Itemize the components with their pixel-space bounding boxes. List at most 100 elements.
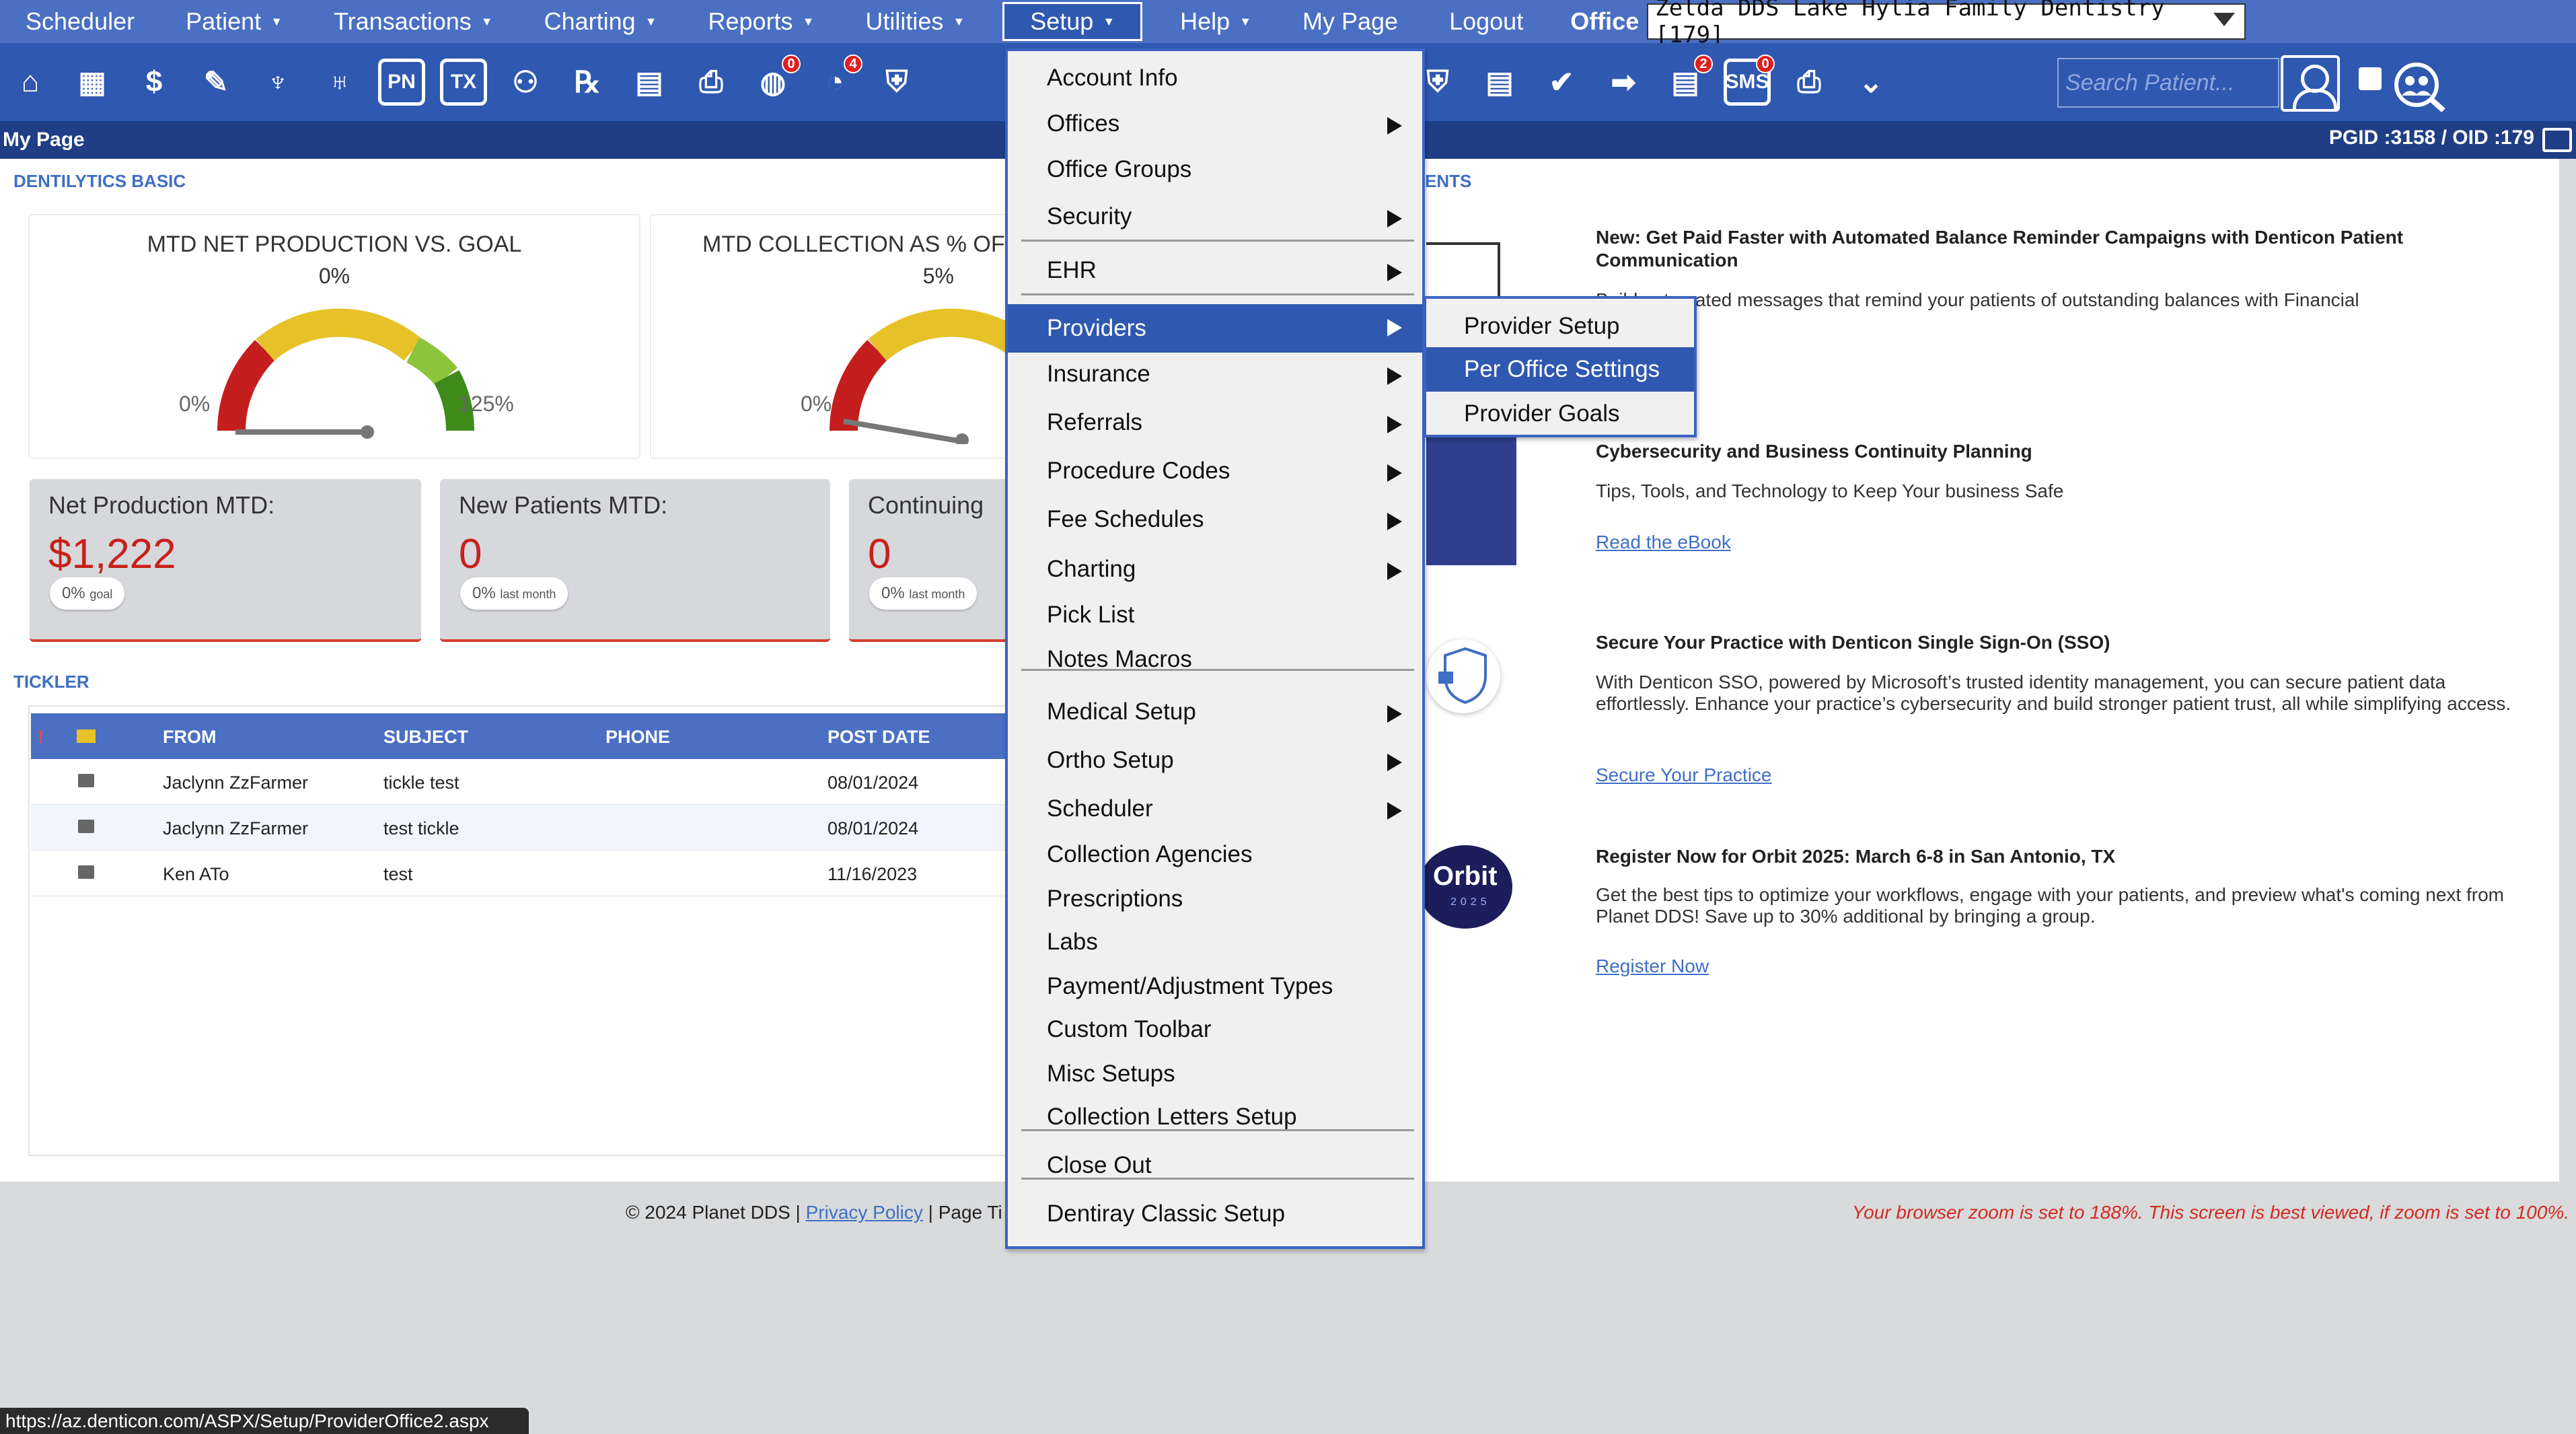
submenu-arrow-icon	[1387, 563, 1402, 580]
nav-patient[interactable]: Patient ▼	[160, 0, 308, 43]
submenu-arrow-icon	[1387, 416, 1402, 433]
secure-practice-link[interactable]: Secure Your Practice	[1596, 764, 1772, 786]
shield-check-icon[interactable]: ✔	[1534, 55, 1589, 110]
menu-item-notes-macros[interactable]: Notes Macros	[1008, 638, 1422, 681]
document-icon[interactable]: ▤	[622, 55, 677, 110]
print-icon[interactable]	[2542, 128, 2572, 152]
nav-logout[interactable]: Logout	[1424, 0, 1549, 43]
insurance-dollar-icon[interactable]: ⛨	[869, 55, 924, 110]
search-patient-input[interactable]: Search Patient...	[2057, 58, 2279, 108]
register-now-link[interactable]: Register Now	[1596, 956, 1709, 977]
dollar-icon[interactable]: $	[126, 55, 182, 110]
report-list-icon[interactable]: ▤	[1472, 55, 1527, 110]
edit-notes-icon[interactable]: ✎	[188, 55, 244, 110]
orbit-logo-text: Orbit	[1433, 861, 1498, 891]
stat-label: New Patients MTD:	[459, 491, 668, 519]
menu-item-account-info[interactable]: Account Info	[1008, 57, 1422, 100]
scan-icon[interactable]: ⎙	[684, 55, 739, 110]
menu-item-ortho-setup[interactable]: Ortho Setup	[1008, 739, 1422, 782]
calendar-icon[interactable]: ▦	[65, 55, 120, 110]
zoom-warning: Your browser zoom is set to 188%. This s…	[1851, 1202, 2569, 1223]
privacy-policy-link[interactable]: Privacy Policy	[806, 1202, 923, 1223]
home-icon[interactable]: ⌂	[3, 55, 58, 110]
gauge-card-net-production: MTD NET PRODUCTION VS. GOAL 0% 0% 125%	[28, 214, 640, 459]
col-from[interactable]: FROM	[163, 727, 216, 748]
menu-item-pick-list[interactable]: Pick List	[1008, 594, 1422, 637]
menu-item-medical-setup[interactable]: Medical Setup	[1008, 690, 1422, 733]
toolbar-checkbox[interactable]	[2359, 67, 2382, 90]
menu-item-payment-adjustment-types[interactable]: Payment/Adjustment Types	[1008, 965, 1422, 1008]
printer-icon[interactable]: ⎙	[1781, 55, 1837, 110]
menu-item-labs[interactable]: Labs	[1008, 921, 1422, 964]
stat-label: Continuing	[868, 491, 984, 519]
patient-search-user-icon[interactable]	[2281, 55, 2340, 112]
caret-down-icon: ▼	[802, 14, 815, 28]
table-row[interactable]: Ken ATo test 11/16/2023	[31, 851, 1009, 896]
submenu-item-per-office-settings[interactable]: Per Office Settings	[1426, 347, 1694, 392]
menu-item-security[interactable]: Security	[1008, 195, 1422, 238]
nav-label: Help	[1180, 7, 1230, 35]
sms-icon[interactable]: SMS 0	[1720, 55, 1775, 110]
submenu-arrow-icon	[1387, 802, 1402, 820]
tasks-icon-glyph: ▤	[1671, 65, 1699, 99]
menu-item-offices[interactable]: Offices	[1008, 102, 1422, 145]
forward-shield-icon[interactable]: ➡	[1596, 55, 1651, 110]
nav-transactions[interactable]: Transactions ▼	[308, 0, 519, 43]
menu-item-providers[interactable]: Providers	[1008, 304, 1422, 353]
table-row[interactable]: Jaclynn ZzFarmer tickle test 08/01/2024	[31, 759, 1009, 805]
menu-item-custom-toolbar[interactable]: Custom Toolbar	[1008, 1008, 1422, 1051]
collapse-icon[interactable]: ⌄	[1843, 55, 1899, 110]
menu-item-scheduler[interactable]: Scheduler	[1008, 787, 1422, 830]
nav-my-page[interactable]: My Page	[1277, 0, 1424, 43]
menu-item-close-out[interactable]: Close Out	[1008, 1144, 1422, 1187]
table-row[interactable]: Jaclynn ZzFarmer test tickle 08/01/2024	[31, 805, 1009, 851]
submenu-arrow-icon	[1387, 117, 1402, 135]
nav-charting[interactable]: Charting ▼	[519, 0, 683, 43]
nav-setup[interactable]: Setup ▼	[1002, 2, 1143, 41]
implant-icon[interactable]: ♅	[312, 55, 367, 110]
stat-pill: 0% goal	[50, 577, 125, 610]
recall-icon[interactable]: ◔ 4	[807, 55, 862, 110]
office-select[interactable]: Zelda DDS Lake Hylia Family Dentistry [1…	[1647, 0, 2246, 48]
gauge-title: MTD COLLECTION AS % OF	[702, 231, 1005, 257]
menu-item-procedure-codes[interactable]: Procedure Codes	[1008, 450, 1422, 493]
nav-label: Transactions	[334, 7, 472, 35]
submenu-arrow-icon	[1387, 464, 1402, 482]
group-search-icon[interactable]	[2390, 58, 2448, 112]
menu-item-fee-schedules[interactable]: Fee Schedules	[1008, 498, 1422, 541]
menu-item-dentiray-classic-setup[interactable]: Dentiray Classic Setup	[1008, 1192, 1422, 1235]
menu-separator	[1021, 669, 1414, 671]
nav-help[interactable]: Help ▼	[1154, 0, 1277, 43]
menu-item-referrals[interactable]: Referrals	[1008, 401, 1422, 444]
tasks-icon[interactable]: ▤ 2	[1658, 55, 1713, 110]
prescription-icon[interactable]: ℞	[560, 55, 615, 110]
menu-item-office-groups[interactable]: Office Groups	[1008, 148, 1422, 191]
nav-reports[interactable]: Reports ▼	[683, 0, 840, 43]
menu-item-collection-agencies[interactable]: Collection Agencies	[1008, 833, 1422, 876]
prescription-icon-glyph: ℞	[574, 65, 601, 99]
menu-item-collection-letters-setup[interactable]: Collection Letters Setup	[1008, 1096, 1422, 1139]
menu-item-ehr[interactable]: EHR	[1008, 249, 1422, 292]
menu-item-label: Collection Agencies	[1047, 841, 1253, 867]
menu-item-insurance[interactable]: Insurance	[1008, 353, 1422, 396]
submenu-item-provider-setup[interactable]: Provider Setup	[1426, 304, 1694, 349]
globe-user-icon[interactable]: ◍ 0	[745, 55, 801, 110]
col-phone[interactable]: PHONE	[605, 727, 670, 748]
submenu-item-provider-goals[interactable]: Provider Goals	[1426, 392, 1694, 436]
menu-item-misc-setups[interactable]: Misc Setups	[1008, 1052, 1422, 1096]
menu-item-charting[interactable]: Charting	[1008, 548, 1422, 591]
menu-item-prescriptions[interactable]: Prescriptions	[1008, 877, 1422, 921]
read-ebook-link[interactable]: Read the eBook	[1596, 532, 1731, 553]
nav-utilities[interactable]: Utilities ▼	[840, 0, 990, 43]
nav-scheduler[interactable]: Scheduler	[0, 0, 160, 43]
progress-notes-icon[interactable]: PN	[374, 55, 429, 110]
add-patient-icon[interactable]: ⚇	[498, 55, 553, 110]
menu-item-label: Security	[1047, 203, 1132, 229]
news-title: Secure Your Practice with Denticon Singl…	[1596, 632, 2110, 653]
announcements-title: ENTS	[1425, 171, 1472, 191]
col-post-date[interactable]: POST DATE	[827, 727, 930, 748]
col-subject[interactable]: SUBJECT	[383, 727, 468, 748]
treatment-icon[interactable]: TX	[436, 55, 491, 110]
tooth-icon[interactable]: ♆	[250, 55, 305, 110]
submenu-arrow-icon	[1387, 754, 1402, 771]
